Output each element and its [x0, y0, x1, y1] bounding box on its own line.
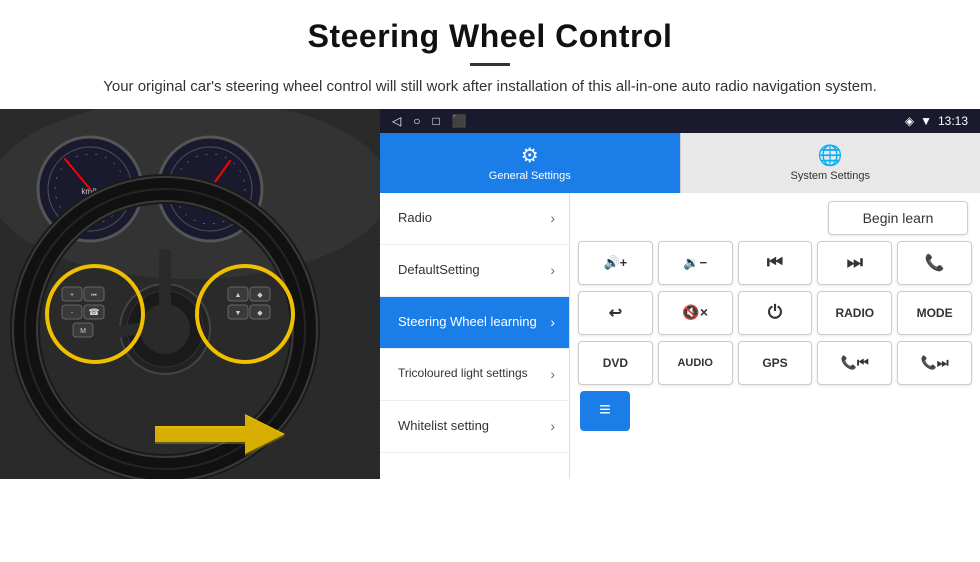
next-track-button[interactable]: ⏭	[817, 241, 892, 285]
menu-item-radio[interactable]: Radio ›	[380, 193, 569, 245]
page-subtitle: Your original car's steering wheel contr…	[40, 76, 940, 99]
svg-text:☎: ☎	[88, 307, 99, 317]
tab-system-label: System Settings	[791, 170, 870, 182]
settings-tabs: ⚙ General Settings 🌐 System Settings	[380, 133, 980, 193]
vol-down-icon: 🔉−	[683, 255, 707, 271]
svg-text:M: M	[80, 328, 86, 335]
mute-button[interactable]: 🔇×	[658, 291, 733, 335]
status-bar-right: ◈ ▼ 13:13	[905, 114, 968, 128]
seek-back-button[interactable]: 📞⏮	[817, 341, 892, 385]
seek-back-icon: 📞⏮	[841, 355, 869, 371]
svg-text:⏮: ⏮	[91, 293, 97, 299]
menu-item-tricoloured-label: Tricoloured light settings	[398, 366, 550, 382]
tab-general-label: General Settings	[489, 170, 571, 182]
chevron-icon: ›	[550, 262, 555, 278]
status-bar: ◁ ○ □ ⬛ ◈ ▼ 13:13	[380, 109, 980, 133]
mode-label: MODE	[917, 306, 953, 320]
menu-item-tricoloured[interactable]: Tricoloured light settings ›	[380, 349, 569, 401]
control-row-2: ↩ 🔇× ⏻ RADIO MODE	[578, 291, 972, 335]
vol-down-button[interactable]: 🔉−	[658, 241, 733, 285]
svg-text:▼: ▼	[235, 310, 242, 317]
menu-item-default[interactable]: DefaultSetting ›	[380, 245, 569, 297]
mute-icon: 🔇×	[682, 304, 708, 321]
general-settings-icon: ⚙	[521, 143, 539, 168]
chevron-icon: ›	[550, 210, 555, 226]
menu-item-steering[interactable]: Steering Wheel learning ›	[380, 297, 569, 349]
page-title: Steering Wheel Control	[40, 18, 940, 55]
android-ui: ◁ ○ □ ⬛ ◈ ▼ 13:13 ⚙ General Settings 🌐 S…	[380, 109, 980, 479]
phone-button[interactable]: 📞	[897, 241, 972, 285]
menu-item-radio-label: Radio	[398, 210, 550, 227]
menu-item-default-label: DefaultSetting	[398, 262, 550, 279]
audio-button[interactable]: AUDIO	[658, 341, 733, 385]
hang-up-button[interactable]: ↩	[578, 291, 653, 335]
menu-item-whitelist-label: Whitelist setting	[398, 418, 550, 435]
phone-icon: 📞	[925, 253, 945, 273]
svg-text:+: +	[70, 292, 74, 299]
prev-track-icon: ⏮	[767, 252, 783, 273]
radio-label: RADIO	[835, 306, 874, 320]
svg-text:▲: ▲	[235, 292, 242, 299]
home-nav-icon[interactable]: ○	[413, 114, 420, 128]
apps-nav-icon[interactable]: ⬛	[452, 114, 467, 128]
car-image-area: km/h RPM	[0, 109, 380, 479]
vol-up-button[interactable]: 🔊+	[578, 241, 653, 285]
vol-up-icon: 🔊+	[604, 255, 628, 271]
page-header: Steering Wheel Control Your original car…	[0, 0, 980, 109]
mode-button[interactable]: MODE	[897, 291, 972, 335]
title-divider	[470, 63, 510, 66]
location-icon: ◈	[905, 114, 914, 128]
seek-fwd-icon: 📞⏭	[921, 355, 949, 371]
controls-panel: Begin learn 🔊+ 🔉− ⏮ ⏭	[570, 193, 980, 479]
whitelist-icon: ≡	[599, 399, 611, 422]
prev-track-button[interactable]: ⏮	[738, 241, 813, 285]
whitelist-row: ≡	[578, 391, 972, 431]
tab-system[interactable]: 🌐 System Settings	[680, 133, 980, 193]
radio-button[interactable]: RADIO	[817, 291, 892, 335]
recents-nav-icon[interactable]: □	[432, 114, 439, 128]
dvd-label: DVD	[603, 356, 628, 370]
menu-item-whitelist[interactable]: Whitelist setting ›	[380, 401, 569, 453]
status-bar-nav: ◁ ○ □ ⬛	[392, 114, 467, 128]
svg-text:◆: ◆	[257, 310, 263, 317]
dvd-button[interactable]: DVD	[578, 341, 653, 385]
power-icon: ⏻	[768, 302, 782, 323]
seek-fwd-button[interactable]: 📞⏭	[897, 341, 972, 385]
svg-text:◆: ◆	[257, 292, 263, 299]
wifi-icon: ▼	[920, 114, 932, 128]
gps-button[interactable]: GPS	[738, 341, 813, 385]
settings-menu: Radio › DefaultSetting › Steering Wheel …	[380, 193, 570, 479]
settings-main: Radio › DefaultSetting › Steering Wheel …	[380, 193, 980, 479]
audio-label: AUDIO	[677, 357, 712, 369]
clock: 13:13	[938, 114, 968, 128]
control-row-3: DVD AUDIO GPS 📞⏮ 📞⏭	[578, 341, 972, 385]
next-track-icon: ⏭	[847, 252, 863, 273]
control-row-1: 🔊+ 🔉− ⏮ ⏭ 📞	[578, 241, 972, 285]
begin-learn-button[interactable]: Begin learn	[828, 201, 968, 235]
chevron-icon: ›	[550, 366, 555, 382]
system-settings-icon: 🌐	[818, 143, 843, 168]
content-area: km/h RPM	[0, 109, 980, 479]
chevron-icon: ›	[550, 314, 555, 330]
gps-label: GPS	[762, 356, 787, 370]
menu-item-steering-label: Steering Wheel learning	[398, 314, 550, 331]
begin-learn-row: Begin learn	[578, 201, 972, 235]
hang-up-icon: ↩	[609, 303, 622, 323]
power-button[interactable]: ⏻	[738, 291, 813, 335]
tab-general[interactable]: ⚙ General Settings	[380, 133, 680, 193]
chevron-icon: ›	[550, 418, 555, 434]
back-nav-icon[interactable]: ◁	[392, 114, 401, 128]
whitelist-icon-button[interactable]: ≡	[580, 391, 630, 431]
